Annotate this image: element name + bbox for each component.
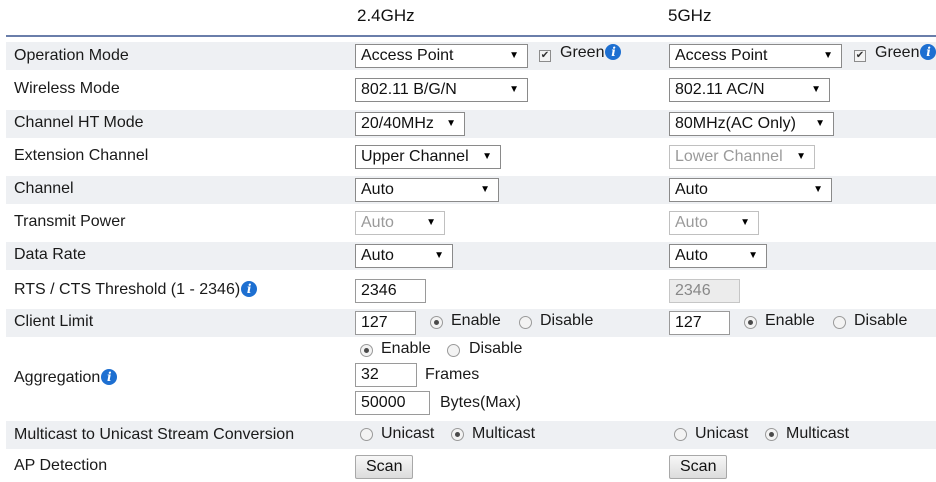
green-checkbox-24[interactable]: ✔ — [539, 50, 551, 62]
client-limit-enable-label-24: Enable — [451, 312, 501, 329]
client-limit-input-5[interactable]: 127 — [669, 311, 730, 335]
label-extension-channel: Extension Channel — [14, 147, 149, 164]
chevron-down-icon: ▼ — [434, 250, 444, 261]
client-limit-enable-radio-5[interactable] — [744, 316, 757, 329]
rts-cts-input-5: 2346 — [669, 279, 740, 303]
rts-cts-input-24[interactable]: 2346 — [355, 279, 426, 303]
multicast-multicast-radio-24[interactable] — [451, 428, 464, 441]
transmit-power-select-24: Auto ▼ — [355, 211, 445, 235]
label-operation-mode: Operation Mode — [14, 47, 129, 64]
header-divider — [6, 35, 936, 37]
aggregation-enable-label: Enable — [381, 340, 431, 357]
label-rts-cts: RTS / CTS Threshold (1 - 2346) i — [14, 281, 258, 299]
wireless-mode-select-24[interactable]: 802.11 B/G/N ▼ — [355, 78, 528, 102]
aggregation-frames-input[interactable]: 32 — [355, 363, 417, 387]
multicast-multicast-label-5: Multicast — [786, 425, 850, 442]
client-limit-disable-label-24: Disable — [540, 312, 594, 329]
client-limit-disable-label-5: Disable — [854, 312, 908, 329]
channel-ht-mode-select-24[interactable]: 20/40MHz ▼ — [355, 112, 465, 136]
label-wireless-mode: Wireless Mode — [14, 80, 120, 97]
chevron-down-icon: ▼ — [740, 217, 750, 228]
label-aggregation: Aggregation i — [14, 369, 118, 387]
label-data-rate: Data Rate — [14, 246, 87, 263]
transmit-power-select-5: Auto ▼ — [669, 211, 759, 235]
channel-ht-mode-select-5[interactable]: 80MHz(AC Only) ▼ — [669, 112, 834, 136]
chevron-down-icon: ▼ — [480, 184, 490, 195]
multicast-unicast-label-5: Unicast — [695, 425, 749, 442]
wireless-mode-select-5[interactable]: 802.11 AC/N ▼ — [669, 78, 830, 102]
green-checkbox-5[interactable]: ✔ — [854, 50, 866, 62]
client-limit-input-24[interactable]: 127 — [355, 311, 416, 335]
chevron-down-icon: ▼ — [748, 250, 758, 261]
channel-select-24[interactable]: Auto ▼ — [355, 178, 499, 202]
extension-channel-select-5: Lower Channel ▼ — [669, 145, 815, 169]
green-label-24: Green i — [560, 44, 622, 62]
info-icon[interactable]: i — [920, 44, 936, 60]
multicast-unicast-label-24: Unicast — [381, 425, 435, 442]
chevron-down-icon: ▼ — [796, 151, 806, 162]
multicast-unicast-radio-5[interactable] — [674, 428, 687, 441]
chevron-down-icon: ▼ — [815, 118, 825, 129]
aggregation-enable-radio[interactable] — [360, 344, 373, 357]
channel-select-5[interactable]: Auto ▼ — [669, 178, 832, 202]
scan-button-24[interactable]: Scan — [355, 455, 414, 479]
chevron-down-icon: ▼ — [426, 217, 436, 228]
extension-channel-select-24[interactable]: Upper Channel ▼ — [355, 145, 501, 169]
scan-button-5[interactable]: Scan — [669, 455, 728, 479]
row-data-rate: Data Rate — [6, 242, 936, 270]
multicast-multicast-radio-5[interactable] — [765, 428, 778, 441]
info-icon[interactable]: i — [605, 44, 622, 60]
row-rts-cts: RTS / CTS Threshold (1 - 2346) i — [6, 276, 936, 306]
data-rate-select-24[interactable]: Auto ▼ — [355, 244, 453, 268]
chevron-down-icon: ▼ — [482, 151, 492, 162]
header-5ghz: 5GHz — [668, 6, 712, 25]
aggregation-disable-radio[interactable] — [447, 344, 460, 357]
chevron-down-icon: ▼ — [823, 50, 833, 61]
label-channel: Channel — [14, 180, 74, 197]
multicast-multicast-label-24: Multicast — [472, 425, 536, 442]
chevron-down-icon: ▼ — [811, 84, 821, 95]
client-limit-enable-label-5: Enable — [765, 312, 815, 329]
aggregation-bytes-label: Bytes(Max) — [440, 394, 521, 411]
info-icon[interactable]: i — [101, 369, 118, 385]
aggregation-disable-label: Disable — [469, 340, 523, 357]
green-label-5: Green i — [875, 44, 936, 62]
row-transmit-power: Transmit Power — [6, 209, 936, 237]
operation-mode-select-5[interactable]: Access Point ▼ — [669, 44, 842, 68]
aggregation-frames-label: Frames — [425, 366, 480, 383]
multicast-unicast-radio-24[interactable] — [360, 428, 373, 441]
client-limit-disable-radio-24[interactable] — [519, 316, 532, 329]
data-rate-select-5[interactable]: Auto ▼ — [669, 244, 767, 268]
row-ap-detection: AP Detection — [6, 452, 936, 480]
label-multicast: Multicast to Unicast Stream Conversion — [14, 426, 295, 443]
aggregation-bytes-input[interactable]: 50000 — [355, 391, 430, 415]
chevron-down-icon: ▼ — [446, 118, 456, 129]
client-limit-disable-radio-5[interactable] — [833, 316, 846, 329]
label-transmit-power: Transmit Power — [14, 213, 126, 230]
label-client-limit: Client Limit — [14, 313, 94, 330]
chevron-down-icon: ▼ — [509, 50, 519, 61]
client-limit-enable-radio-24[interactable] — [430, 316, 443, 329]
label-channel-ht-mode: Channel HT Mode — [14, 114, 144, 131]
chevron-down-icon: ▼ — [509, 84, 519, 95]
chevron-down-icon: ▼ — [813, 184, 823, 195]
info-icon[interactable]: i — [241, 281, 258, 297]
operation-mode-select-24[interactable]: Access Point ▼ — [355, 44, 528, 68]
header-2-4ghz: 2.4GHz — [357, 6, 415, 25]
label-ap-detection: AP Detection — [14, 457, 108, 474]
